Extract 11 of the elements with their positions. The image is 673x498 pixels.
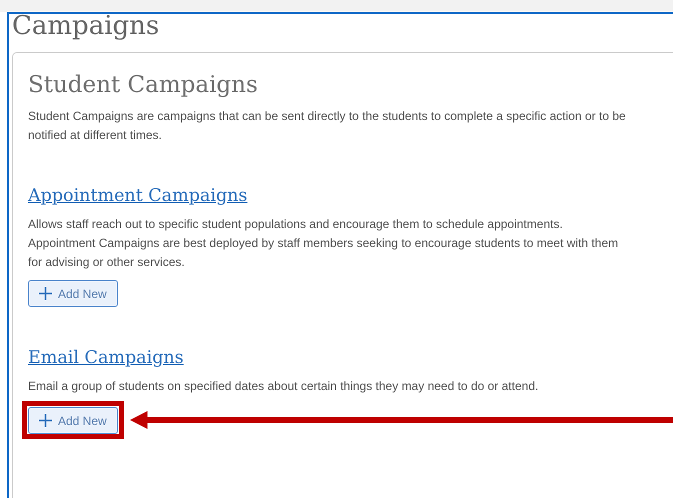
section-description: Email a group of students on specified dates about certain things they may need to do or attend. bbox=[28, 378, 540, 395]
plus-icon bbox=[39, 414, 52, 427]
card-title: Student Campaigns bbox=[28, 71, 259, 100]
add-new-button[interactable]: Add New bbox=[28, 407, 118, 434]
section-link[interactable]: Appointment Campaigns bbox=[28, 186, 248, 206]
page-title: Campaigns bbox=[12, 14, 160, 42]
plus-icon bbox=[39, 287, 52, 300]
section-description: Allows staff reach out to specific student populations and encourage them to schedule appointments. Appointment Campaigns are best deployed by staff members seeking to encourage students to meet with them for advising or other services. bbox=[28, 216, 620, 271]
add-new-button[interactable]: Add New bbox=[28, 280, 118, 307]
section-link[interactable]: Email Campaigns bbox=[28, 348, 184, 368]
card-description: Student Campaigns are campaigns that can be sent directly to the students to complete a specific action or to be notified at different times. bbox=[28, 108, 627, 144]
